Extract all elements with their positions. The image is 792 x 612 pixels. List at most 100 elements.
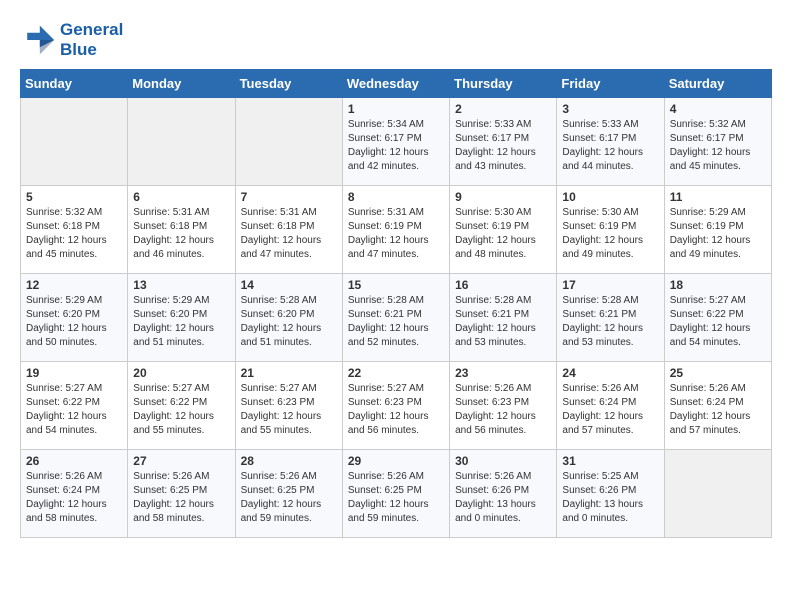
calendar-cell: 31 Sunrise: 5:25 AM Sunset: 6:26 PM Dayli… bbox=[557, 450, 664, 538]
cell-info: Sunrise: 5:33 AM Sunset: 6:17 PM Dayligh… bbox=[562, 118, 658, 174]
calendar-cell: 10Sunrise: 5:30 AM Sunset: 6:19 PM Dayli… bbox=[557, 186, 664, 274]
logo: General Blue bbox=[20, 20, 123, 59]
day-number: 28 bbox=[241, 454, 337, 468]
calendar-cell: 27 Sunrise: 5:26 AM Sunset: 6:25 PM Dayli… bbox=[128, 450, 235, 538]
calendar-cell: 11 Sunrise: 5:29 AM Sunset: 6:19 PM Dayli… bbox=[664, 186, 771, 274]
day-number: 7 bbox=[241, 190, 337, 204]
logo-text: General Blue bbox=[60, 20, 123, 59]
day-number: 11 bbox=[670, 190, 766, 204]
day-number: 31 bbox=[562, 454, 658, 468]
calendar-cell: 7 Sunrise: 5:31 AM Sunset: 6:18 PM Daylig… bbox=[235, 186, 342, 274]
cell-info: Sunrise: 5:25 AM Sunset: 6:26 PM Dayligh… bbox=[562, 470, 658, 526]
day-number: 16 bbox=[455, 278, 551, 292]
cell-info: Sunrise: 5:26 AM Sunset: 6:25 PM Dayligh… bbox=[348, 470, 444, 526]
cell-info: Sunrise: 5:31 AM Sunset: 6:19 PM Dayligh… bbox=[348, 206, 444, 262]
calendar-cell: 5 Sunrise: 5:32 AM Sunset: 6:18 PM Daylig… bbox=[21, 186, 128, 274]
cell-info: Sunrise: 5:32 AM Sunset: 6:18 PM Dayligh… bbox=[26, 206, 122, 262]
cell-info: Sunrise: 5:27 AM Sunset: 6:23 PM Dayligh… bbox=[348, 382, 444, 438]
day-number: 29 bbox=[348, 454, 444, 468]
day-number: 23 bbox=[455, 366, 551, 380]
cell-info: Sunrise: 5:27 AM Sunset: 6:22 PM Dayligh… bbox=[26, 382, 122, 438]
weekday-header: Friday bbox=[557, 70, 664, 98]
day-number: 14 bbox=[241, 278, 337, 292]
day-number: 1 bbox=[348, 102, 444, 116]
day-number: 17 bbox=[562, 278, 658, 292]
calendar-cell: 18 Sunrise: 5:27 AM Sunset: 6:22 PM Dayli… bbox=[664, 274, 771, 362]
calendar-cell: 15 Sunrise: 5:28 AM Sunset: 6:21 PM Dayli… bbox=[342, 274, 449, 362]
calendar-cell: 8 Sunrise: 5:31 AM Sunset: 6:19 PM Daylig… bbox=[342, 186, 449, 274]
weekday-header: Sunday bbox=[21, 70, 128, 98]
calendar-cell: 2 Sunrise: 5:33 AM Sunset: 6:17 PM Daylig… bbox=[450, 98, 557, 186]
cell-info: Sunrise: 5:34 AM Sunset: 6:17 PM Dayligh… bbox=[348, 118, 444, 174]
day-number: 13 bbox=[133, 278, 229, 292]
cell-info: Sunrise: 5:33 AM Sunset: 6:17 PM Dayligh… bbox=[455, 118, 551, 174]
cell-info: Sunrise: 5:29 AM Sunset: 6:20 PM Dayligh… bbox=[26, 294, 122, 350]
calendar-cell bbox=[235, 98, 342, 186]
calendar-cell bbox=[21, 98, 128, 186]
day-number: 22 bbox=[348, 366, 444, 380]
calendar-cell: 19 Sunrise: 5:27 AM Sunset: 6:22 PM Dayli… bbox=[21, 362, 128, 450]
calendar-cell: 3Sunrise: 5:33 AM Sunset: 6:17 PM Daylig… bbox=[557, 98, 664, 186]
weekday-header: Thursday bbox=[450, 70, 557, 98]
cell-info: Sunrise: 5:29 AM Sunset: 6:19 PM Dayligh… bbox=[670, 206, 766, 262]
cell-info: Sunrise: 5:31 AM Sunset: 6:18 PM Dayligh… bbox=[133, 206, 229, 262]
cell-info: Sunrise: 5:27 AM Sunset: 6:23 PM Dayligh… bbox=[241, 382, 337, 438]
day-number: 2 bbox=[455, 102, 551, 116]
day-number: 5 bbox=[26, 190, 122, 204]
calendar-cell: 25 Sunrise: 5:26 AM Sunset: 6:24 PM Dayli… bbox=[664, 362, 771, 450]
cell-info: Sunrise: 5:27 AM Sunset: 6:22 PM Dayligh… bbox=[133, 382, 229, 438]
weekday-header: Tuesday bbox=[235, 70, 342, 98]
calendar-cell bbox=[128, 98, 235, 186]
calendar-cell: 1 Sunrise: 5:34 AM Sunset: 6:17 PM Daylig… bbox=[342, 98, 449, 186]
day-number: 21 bbox=[241, 366, 337, 380]
day-number: 18 bbox=[670, 278, 766, 292]
day-number: 27 bbox=[133, 454, 229, 468]
cell-info: Sunrise: 5:26 AM Sunset: 6:25 PM Dayligh… bbox=[133, 470, 229, 526]
day-number: 12 bbox=[26, 278, 122, 292]
cell-info: Sunrise: 5:26 AM Sunset: 6:24 PM Dayligh… bbox=[26, 470, 122, 526]
calendar-cell: 4Sunrise: 5:32 AM Sunset: 6:17 PM Daylig… bbox=[664, 98, 771, 186]
cell-info: Sunrise: 5:29 AM Sunset: 6:20 PM Dayligh… bbox=[133, 294, 229, 350]
day-number: 4 bbox=[670, 102, 766, 116]
day-number: 10 bbox=[562, 190, 658, 204]
calendar-cell bbox=[664, 450, 771, 538]
calendar-table: SundayMondayTuesdayWednesdayThursdayFrid… bbox=[20, 69, 772, 538]
calendar-cell: 20 Sunrise: 5:27 AM Sunset: 6:22 PM Dayli… bbox=[128, 362, 235, 450]
calendar-cell: 14 Sunrise: 5:28 AM Sunset: 6:20 PM Dayli… bbox=[235, 274, 342, 362]
cell-info: Sunrise: 5:26 AM Sunset: 6:23 PM Dayligh… bbox=[455, 382, 551, 438]
weekday-header: Wednesday bbox=[342, 70, 449, 98]
cell-info: Sunrise: 5:31 AM Sunset: 6:18 PM Dayligh… bbox=[241, 206, 337, 262]
calendar-cell: 13 Sunrise: 5:29 AM Sunset: 6:20 PM Dayli… bbox=[128, 274, 235, 362]
calendar-cell: 21 Sunrise: 5:27 AM Sunset: 6:23 PM Dayli… bbox=[235, 362, 342, 450]
cell-info: Sunrise: 5:28 AM Sunset: 6:21 PM Dayligh… bbox=[348, 294, 444, 350]
cell-info: Sunrise: 5:27 AM Sunset: 6:22 PM Dayligh… bbox=[670, 294, 766, 350]
calendar-cell: 30 Sunrise: 5:26 AM Sunset: 6:26 PM Dayli… bbox=[450, 450, 557, 538]
calendar-cell: 22 Sunrise: 5:27 AM Sunset: 6:23 PM Dayli… bbox=[342, 362, 449, 450]
calendar-cell: 12 Sunrise: 5:29 AM Sunset: 6:20 PM Dayli… bbox=[21, 274, 128, 362]
calendar-cell: 9Sunrise: 5:30 AM Sunset: 6:19 PM Daylig… bbox=[450, 186, 557, 274]
weekday-header: Saturday bbox=[664, 70, 771, 98]
day-number: 19 bbox=[26, 366, 122, 380]
cell-info: Sunrise: 5:28 AM Sunset: 6:21 PM Dayligh… bbox=[455, 294, 551, 350]
calendar-cell: 16 Sunrise: 5:28 AM Sunset: 6:21 PM Dayli… bbox=[450, 274, 557, 362]
cell-info: Sunrise: 5:28 AM Sunset: 6:21 PM Dayligh… bbox=[562, 294, 658, 350]
day-number: 20 bbox=[133, 366, 229, 380]
calendar-cell: 17 Sunrise: 5:28 AM Sunset: 6:21 PM Dayli… bbox=[557, 274, 664, 362]
cell-info: Sunrise: 5:26 AM Sunset: 6:24 PM Dayligh… bbox=[670, 382, 766, 438]
logo-icon bbox=[20, 22, 56, 58]
calendar-cell: 6 Sunrise: 5:31 AM Sunset: 6:18 PM Daylig… bbox=[128, 186, 235, 274]
page-header: General Blue bbox=[20, 20, 772, 59]
day-number: 9 bbox=[455, 190, 551, 204]
calendar-cell: 24Sunrise: 5:26 AM Sunset: 6:24 PM Dayli… bbox=[557, 362, 664, 450]
day-number: 6 bbox=[133, 190, 229, 204]
cell-info: Sunrise: 5:26 AM Sunset: 6:24 PM Dayligh… bbox=[562, 382, 658, 438]
calendar-cell: 26 Sunrise: 5:26 AM Sunset: 6:24 PM Dayli… bbox=[21, 450, 128, 538]
day-number: 25 bbox=[670, 366, 766, 380]
day-number: 8 bbox=[348, 190, 444, 204]
cell-info: Sunrise: 5:28 AM Sunset: 6:20 PM Dayligh… bbox=[241, 294, 337, 350]
cell-info: Sunrise: 5:26 AM Sunset: 6:26 PM Dayligh… bbox=[455, 470, 551, 526]
weekday-header: Monday bbox=[128, 70, 235, 98]
day-number: 30 bbox=[455, 454, 551, 468]
day-number: 15 bbox=[348, 278, 444, 292]
day-number: 26 bbox=[26, 454, 122, 468]
